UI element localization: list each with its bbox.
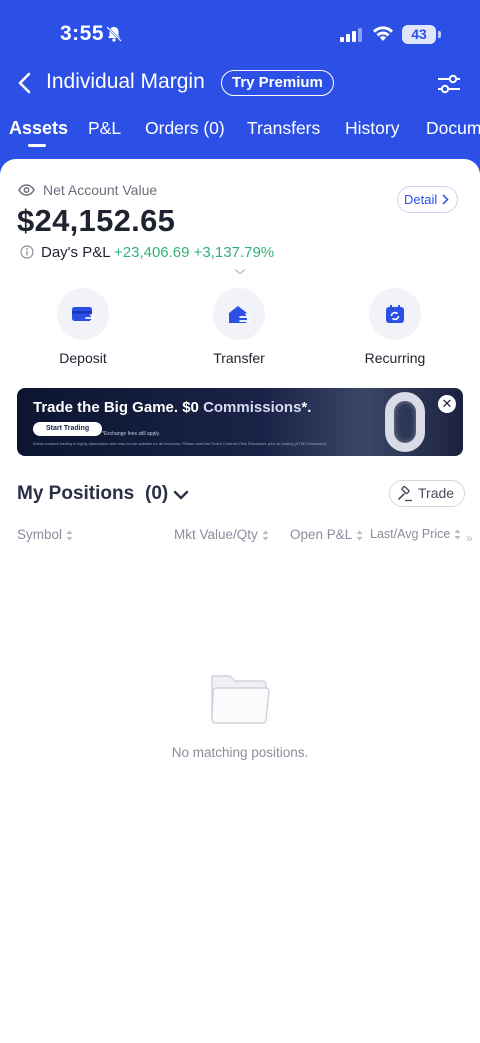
banner-disclaimer: Event contract trading is highly specula… <box>33 441 328 446</box>
banner-zero-graphic <box>385 392 425 452</box>
deposit-label: Deposit <box>59 350 107 366</box>
empty-positions-message: No matching positions. <box>171 745 309 760</box>
tab-orders[interactable]: Orders (0) <box>145 118 225 139</box>
sort-icon <box>454 529 461 540</box>
scroll-more-columns-icon[interactable]: » <box>466 531 473 545</box>
deposit-button[interactable]: Deposit <box>28 288 138 366</box>
column-symbol[interactable]: Symbol <box>17 527 73 542</box>
signal-icon <box>340 28 362 47</box>
days-pl-label: Day's P&L <box>41 244 111 261</box>
positions-title[interactable]: My Positions <box>17 483 134 505</box>
column-symbol-label: Symbol <box>17 527 63 542</box>
bell-muted-icon <box>105 25 123 48</box>
banner-close-icon[interactable]: ✕ <box>438 395 456 413</box>
tab-pl[interactable]: P&L <box>88 118 121 139</box>
nav-bar: Individual Margin Try Premium <box>0 66 480 102</box>
promo-banner[interactable]: Trade the Big Game. $0 Commissions*. Sta… <box>17 388 463 456</box>
positions-count[interactable]: (0) <box>145 483 168 505</box>
sort-icon <box>66 530 73 541</box>
days-pl-value: +23,406.69 +3,137.79% <box>114 244 275 261</box>
wifi-icon <box>372 25 394 47</box>
column-open-pl-label: Open P&L <box>290 527 353 542</box>
column-mkt-value-label: Mkt Value/Qty <box>174 527 258 542</box>
settings-sliders-icon[interactable] <box>436 72 462 101</box>
eye-icon[interactable] <box>18 183 35 202</box>
battery-indicator: 43 <box>402 25 436 44</box>
active-tab-indicator <box>28 144 46 147</box>
sort-icon <box>356 530 363 541</box>
status-time: 3:55 <box>60 22 105 45</box>
banner-title-suffix: *. <box>301 399 312 416</box>
column-open-pl[interactable]: Open P&L <box>290 527 363 542</box>
battery-nub <box>438 31 441 38</box>
transfer-icon <box>213 288 265 340</box>
chevron-down-icon[interactable] <box>173 488 189 506</box>
chevron-right-icon <box>442 194 449 205</box>
banner-title-main: Trade the Big Game. $0 <box>33 399 204 416</box>
banner-title: Trade the Big Game. $0 Commissions*. <box>33 399 311 416</box>
transfer-button[interactable]: Transfer <box>184 288 294 366</box>
gavel-icon <box>397 485 413 507</box>
net-account-value-label: Net Account Value <box>43 182 158 198</box>
tab-documents[interactable]: Docum <box>426 118 480 139</box>
tab-assets[interactable]: Assets <box>9 118 68 139</box>
chevron-down-icon[interactable] <box>233 263 247 281</box>
detail-label: Detail <box>404 192 438 207</box>
recurring-button[interactable]: Recurring <box>340 288 450 366</box>
status-bar: 3:55 43 <box>0 22 480 50</box>
banner-fee-note: *Exchange fees still apply. <box>102 431 160 437</box>
deposit-icon <box>57 288 109 340</box>
column-mkt-value[interactable]: Mkt Value/Qty <box>174 527 269 542</box>
column-last-avg-price-label: Last/Avg Price <box>370 527 451 541</box>
try-premium-button[interactable]: Try Premium <box>221 70 334 96</box>
recurring-label: Recurring <box>364 350 426 366</box>
net-account-value: $24,152.65 <box>17 203 176 238</box>
back-icon[interactable] <box>16 71 34 100</box>
sort-icon <box>262 530 269 541</box>
empty-folder-icon <box>206 670 272 731</box>
banner-title-highlight: Commissions <box>203 399 302 416</box>
tab-history[interactable]: History <box>345 118 399 139</box>
info-icon[interactable] <box>20 245 34 264</box>
recurring-icon <box>369 288 421 340</box>
start-trading-button[interactable]: Start Trading <box>33 422 103 436</box>
account-title[interactable]: Individual Margin <box>46 70 205 94</box>
column-last-avg-price[interactable]: Last/Avg Price <box>370 527 461 541</box>
tab-bar: Assets P&L Orders (0) Transfers History … <box>0 118 480 150</box>
transfer-label: Transfer <box>213 350 265 366</box>
tab-transfers[interactable]: Transfers <box>247 118 320 139</box>
detail-button[interactable]: Detail <box>397 186 458 213</box>
